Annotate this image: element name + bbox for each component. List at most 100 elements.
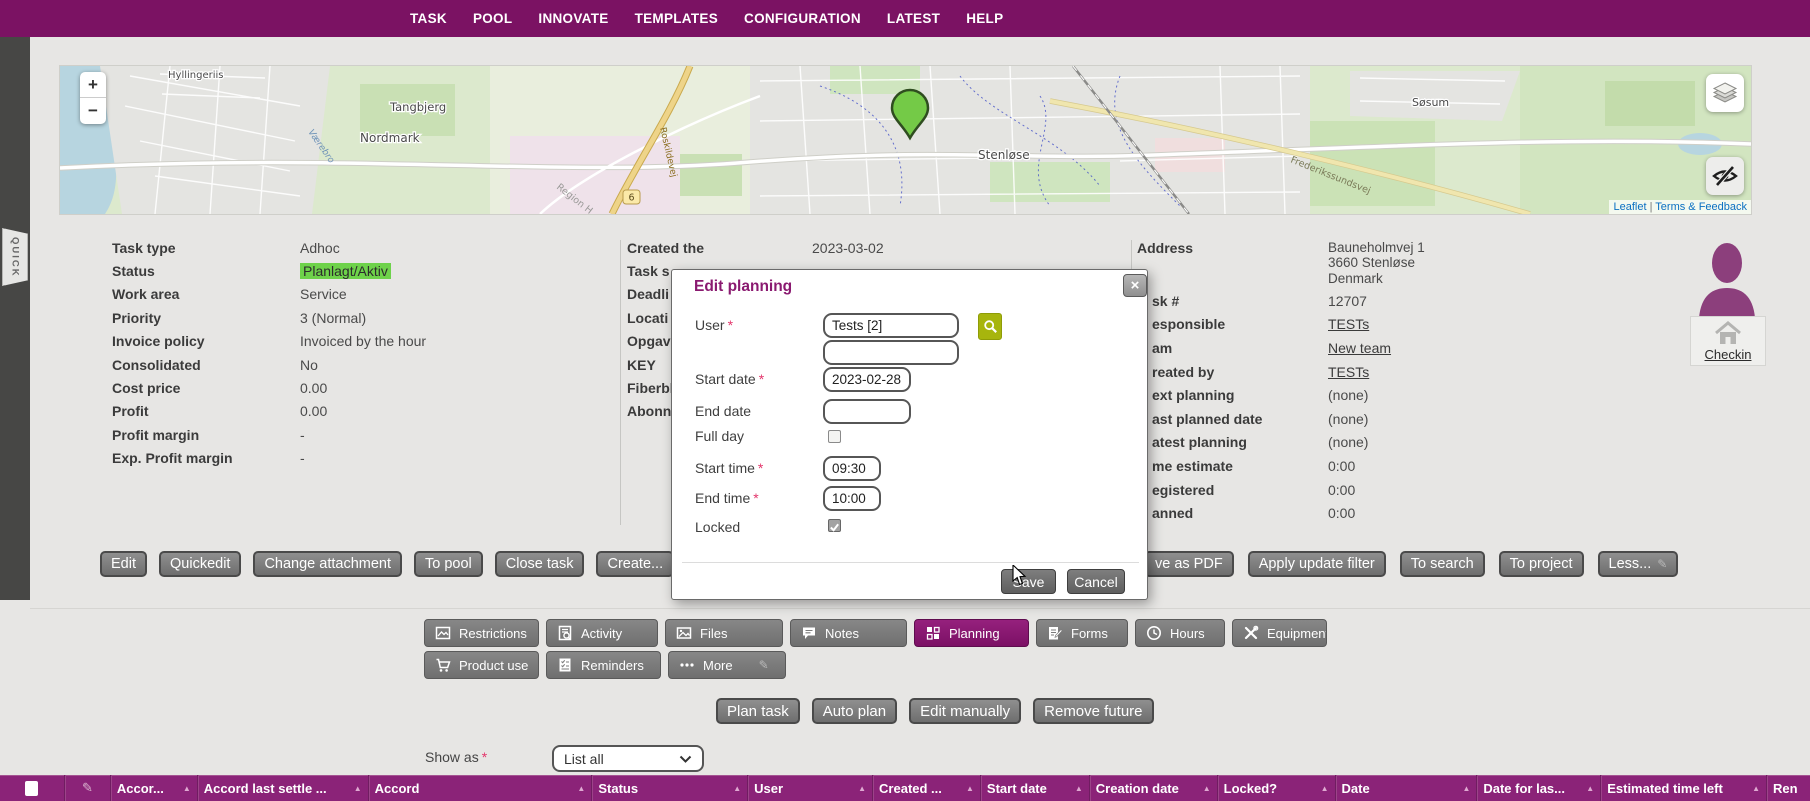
sort-icon: ▲	[1203, 784, 1211, 793]
nav-item-templates[interactable]: TEMPLATES	[635, 11, 718, 26]
terms-feedback-link[interactable]: Terms & Feedback	[1655, 201, 1747, 213]
layers-button[interactable]	[1706, 74, 1744, 112]
leaflet-link[interactable]: Leaflet	[1613, 201, 1646, 213]
task-tabs-row1: Restrictions Activity Files Notes Planni…	[424, 619, 1327, 647]
to-search-button[interactable]: To search	[1400, 551, 1485, 577]
tab-notes[interactable]: Notes	[790, 619, 907, 647]
cart-icon	[435, 657, 451, 673]
end-date-label: End date	[695, 403, 751, 419]
apply-update-filter-button[interactable]: Apply update filter	[1248, 551, 1386, 577]
nav-item-latest[interactable]: LATEST	[887, 11, 940, 26]
remove-future-button[interactable]: Remove future	[1033, 698, 1153, 724]
tab-restrictions[interactable]: Restrictions	[424, 619, 539, 647]
responsible-link[interactable]: TESTs	[1328, 316, 1369, 332]
start-date-input[interactable]	[823, 367, 911, 392]
dialog-title: Edit planning	[694, 278, 792, 296]
show-as-value: List all	[564, 751, 604, 767]
end-date-input[interactable]	[823, 399, 911, 424]
close-task-button[interactable]: Close task	[495, 551, 585, 577]
tab-planning[interactable]: Planning	[914, 619, 1029, 647]
sort-icon: ▲	[1321, 784, 1329, 793]
save-as-pdf-button[interactable]: ve as PDF	[1144, 551, 1234, 577]
nav-item-innovate[interactable]: INNOVATE	[538, 11, 608, 26]
tab-more[interactable]: More ✎	[668, 651, 786, 679]
to-project-button[interactable]: To project	[1499, 551, 1584, 577]
nav-item-task[interactable]: TASK	[410, 11, 447, 26]
column-user[interactable]: User▲	[747, 775, 872, 801]
column-creation-date[interactable]: Creation date▲	[1089, 775, 1217, 801]
eye-off-icon	[1711, 164, 1739, 188]
user-input[interactable]	[823, 313, 959, 338]
address-line: Denmark	[1328, 271, 1425, 286]
edit-button[interactable]: Edit	[100, 551, 147, 577]
column-accord[interactable]: Accord▲	[368, 775, 592, 801]
tab-files[interactable]: Files	[665, 619, 783, 647]
planning-table-header: ✎ Accor...▲ Accord last settle ...▲ Acco…	[0, 775, 1810, 801]
address-line: 3660 Stenløse	[1328, 255, 1425, 270]
show-as-select[interactable]: List all	[552, 745, 704, 772]
create-button[interactable]: Create...	[596, 551, 674, 577]
detail-row: Cost price0.00	[112, 376, 592, 399]
house-icon	[1713, 320, 1743, 346]
full-day-checkbox[interactable]	[828, 430, 841, 443]
check-icon	[829, 522, 840, 533]
zoom-out-button[interactable]: −	[80, 98, 106, 124]
column-accor[interactable]: Accor...▲	[110, 775, 197, 801]
tab-activity[interactable]: Activity	[546, 619, 658, 647]
edit-planning-dialog: Edit planning × User* Start date* End da…	[671, 269, 1148, 600]
left-dark-strip	[0, 37, 30, 600]
column-date[interactable]: Date▲	[1335, 775, 1477, 801]
column-ren[interactable]: Ren	[1766, 775, 1810, 801]
team-link[interactable]: New team	[1328, 340, 1391, 356]
cancel-button[interactable]: Cancel	[1067, 569, 1125, 594]
quickedit-button[interactable]: Quickedit	[159, 551, 241, 577]
nav-item-help[interactable]: HELP	[966, 11, 1003, 26]
user-secondary-input[interactable]	[823, 340, 959, 365]
nav-item-configuration[interactable]: CONFIGURATION	[744, 11, 861, 26]
save-button[interactable]: Save	[1001, 569, 1056, 594]
quick-panel-tab[interactable]: QUICK	[2, 228, 28, 286]
tab-reminders[interactable]: Reminders	[546, 651, 661, 679]
tab-product-use[interactable]: Product use	[424, 651, 539, 679]
close-dialog-button[interactable]: ×	[1123, 274, 1147, 297]
tab-equipment[interactable]: Equipment	[1232, 619, 1327, 647]
column-accord-last-settle[interactable]: Accord last settle ...▲	[197, 775, 368, 801]
auto-plan-button[interactable]: Auto plan	[812, 698, 897, 724]
created-by-link[interactable]: TESTs	[1328, 364, 1369, 380]
change-attachment-button[interactable]: Change attachment	[253, 551, 402, 577]
checkin-link[interactable]: Checkin	[1705, 347, 1752, 362]
tab-hours[interactable]: Hours	[1135, 619, 1225, 647]
detail-row: me estimate0:00	[1152, 454, 1802, 478]
map[interactable]: 6 Roskildevej Frederikssundsvej Region H…	[60, 66, 1751, 214]
zoom-in-button[interactable]: +	[80, 72, 106, 98]
detail-row: Exp. Profit margin-	[112, 447, 592, 470]
column-status[interactable]: Status▲	[591, 775, 747, 801]
column-locked[interactable]: Locked?▲	[1217, 775, 1335, 801]
detail-row-status: StatusPlanlagt/Aktiv	[112, 259, 592, 282]
detail-row: ext planning(none)	[1152, 383, 1802, 407]
less-button[interactable]: Less...✎	[1598, 551, 1679, 577]
detail-row: Created the2023-03-02	[627, 236, 1127, 259]
user-search-button[interactable]	[978, 313, 1002, 340]
column-start-date[interactable]: Start date▲	[980, 775, 1089, 801]
hide-map-button[interactable]	[1706, 157, 1744, 195]
locked-checkbox[interactable]	[828, 519, 841, 532]
select-all-checkbox[interactable]	[25, 781, 38, 796]
select-all-column	[0, 775, 64, 801]
plan-task-button[interactable]: Plan task	[716, 698, 800, 724]
tab-forms[interactable]: Forms	[1036, 619, 1128, 647]
start-time-input[interactable]	[823, 456, 881, 481]
address-block: Address Bauneholmvej 1 3660 Stenløse Den…	[1137, 240, 1425, 286]
edit-manually-button[interactable]: Edit manually	[909, 698, 1021, 724]
column-date-for-last[interactable]: Date for las...▲	[1476, 775, 1600, 801]
column-created[interactable]: Created ...▲	[872, 775, 980, 801]
sort-icon: ▲	[1462, 784, 1470, 793]
search-icon	[983, 319, 998, 334]
detail-row: Task typeAdhoc	[112, 236, 592, 259]
column-estimated-time-left[interactable]: Estimated time left▲	[1600, 775, 1766, 801]
nav-item-pool[interactable]: POOL	[473, 11, 512, 26]
end-time-input[interactable]	[823, 486, 881, 511]
to-pool-button[interactable]: To pool	[414, 551, 483, 577]
locked-label: Locked	[695, 519, 740, 535]
place-label-stenlose: Stenløse	[978, 148, 1030, 162]
